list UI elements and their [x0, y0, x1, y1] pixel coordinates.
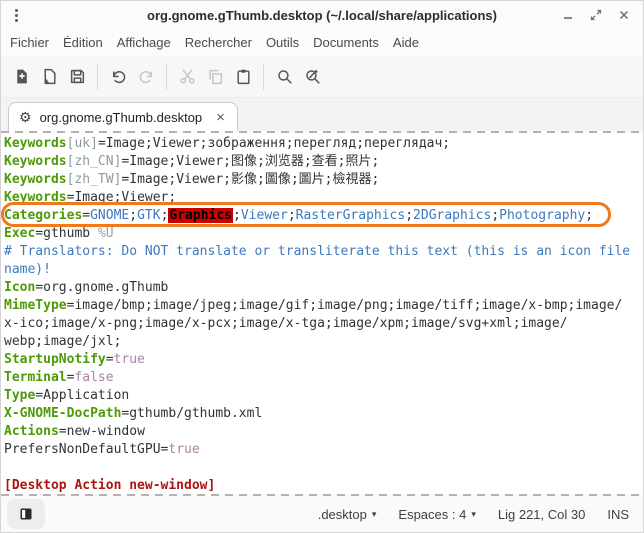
editor-line: Type=Application	[4, 387, 643, 405]
redo-button	[132, 63, 160, 91]
editor-line: MimeType=image/bmp;image/jpeg;image/gif;…	[4, 297, 643, 315]
open-document-button[interactable]	[35, 63, 63, 91]
find-button[interactable]	[270, 63, 298, 91]
find-icon	[276, 68, 293, 85]
tab-org-gnome-gthumb-desktop[interactable]: ⚙ org.gnome.gThumb.desktop ×	[8, 102, 238, 131]
editor-line: Terminal=false	[4, 369, 643, 387]
close-icon[interactable]	[615, 6, 633, 24]
titlebar: org.gnome.gThumb.desktop (~/.local/share…	[1, 1, 643, 29]
menu-affichage[interactable]: Affichage	[110, 31, 178, 54]
restore-icon[interactable]	[587, 6, 605, 24]
gedit-window: org.gnome.gThumb.desktop (~/.local/share…	[0, 0, 644, 533]
find-replace-button[interactable]	[298, 63, 326, 91]
menubar: FichierÉditionAffichageRechercherOutilsD…	[1, 29, 643, 56]
open-document-icon	[41, 68, 58, 85]
window-controls	[559, 6, 643, 24]
insert-mode-indicator: INS	[607, 507, 629, 522]
side-panel-toggle-button[interactable]	[7, 499, 45, 529]
window-title: org.gnome.gThumb.desktop (~/.local/share…	[1, 8, 643, 23]
tab-width-selector[interactable]: Espaces : 4 ▾	[398, 507, 475, 522]
save-button[interactable]	[63, 63, 91, 91]
editor-line: StartupNotify=true	[4, 351, 643, 369]
editor-line: PrefersNonDefaultGPU=true	[4, 441, 643, 459]
editor-line: [Desktop Action new-window]	[4, 477, 643, 494]
new-document-button[interactable]	[7, 63, 35, 91]
editor-line: X-GNOME-DocPath=gthumb/gthumb.xml	[4, 405, 643, 423]
editor-line: name)!	[4, 261, 643, 279]
minimize-icon[interactable]	[559, 6, 577, 24]
tab-label: org.gnome.gThumb.desktop	[40, 110, 203, 125]
tab-bar: ⚙ org.gnome.gThumb.desktop ×	[1, 98, 643, 131]
copy-icon	[207, 68, 224, 85]
chevron-down-icon: ▾	[471, 509, 476, 520]
paste-button[interactable]	[229, 63, 257, 91]
redo-icon	[138, 68, 155, 85]
undo-icon	[110, 68, 127, 85]
editor-line: webp;image/jxl;	[4, 333, 643, 351]
editor-line: Keywords=Image;Viewer;	[4, 189, 643, 207]
editor-line: Exec=gthumb %U	[4, 225, 643, 243]
menu-outils[interactable]: Outils	[259, 31, 306, 54]
kebab-menu-icon[interactable]	[5, 4, 27, 26]
cut-button	[173, 63, 201, 91]
editor-line: x-ico;image/x-png;image/x-pcx;image/x-tg…	[4, 315, 643, 333]
statusbar: .desktop ▾ Espaces : 4 ▾ Lig 221, Col 30…	[1, 496, 643, 532]
editor-line: # Translators: Do NOT translate or trans…	[4, 243, 643, 261]
menu-aide[interactable]: Aide	[386, 31, 426, 54]
toolbar-separator	[263, 64, 264, 90]
menu-rechercher[interactable]: Rechercher	[178, 31, 259, 54]
editor-line: Keywords[zh_TW]=Image;Viewer;影像;圖像;圖片;檢視…	[4, 171, 643, 189]
editor-line: Actions=new-window	[4, 423, 643, 441]
undo-button[interactable]	[104, 63, 132, 91]
side-panel-icon	[18, 506, 34, 522]
toolbar-separator	[166, 64, 167, 90]
menu-edition[interactable]: Édition	[56, 31, 110, 54]
cut-icon	[179, 68, 196, 85]
editor-line: Keywords[zh_CN]=Image;Viewer;图像;浏览器;查看;照…	[4, 153, 643, 171]
gear-icon: ⚙	[19, 110, 32, 124]
editor-line: Keywords[uk]=Image;Viewer;зображення;пер…	[4, 135, 643, 153]
menu-documents[interactable]: Documents	[306, 31, 386, 54]
statusbar-right: .desktop ▾ Espaces : 4 ▾ Lig 221, Col 30…	[318, 507, 629, 522]
cursor-position[interactable]: Lig 221, Col 30	[498, 507, 585, 522]
text-editor-area[interactable]: Keywords[uk]=Image;Viewer;зображення;пер…	[1, 133, 643, 494]
editor-line: Icon=org.gnome.gThumb	[4, 279, 643, 297]
chevron-down-icon: ▾	[372, 509, 377, 520]
find-replace-icon	[304, 68, 321, 85]
save-icon	[69, 68, 86, 85]
toolbar-separator	[97, 64, 98, 90]
toolbar	[1, 56, 643, 98]
copy-button	[201, 63, 229, 91]
editor-line	[4, 459, 643, 477]
search-match-highlight: Graphics	[168, 208, 233, 223]
menu-fichier[interactable]: Fichier	[3, 31, 56, 54]
new-document-icon	[13, 68, 30, 85]
tab-close-icon[interactable]: ×	[216, 110, 225, 125]
editor-line: Categories=GNOME;GTK;Graphics;Viewer;Ras…	[4, 207, 643, 225]
filetype-selector[interactable]: .desktop ▾	[318, 507, 377, 522]
paste-icon	[235, 68, 252, 85]
